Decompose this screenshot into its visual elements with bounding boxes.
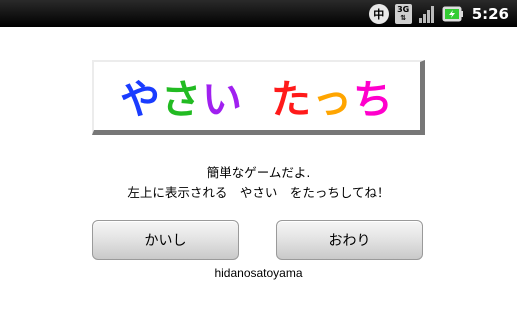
instruction-line-1: 簡単なゲームだよ.: [206, 165, 311, 180]
app-title: や さ い た っ ち: [120, 67, 394, 125]
credit-text: hidanosatoyama: [214, 266, 303, 280]
title-char: ち: [353, 77, 394, 123]
title-char: さ: [161, 77, 202, 123]
signal-icon: [418, 4, 436, 24]
title-char: た: [271, 77, 312, 123]
title-box: や さ い た っ ち: [92, 60, 425, 135]
network-3g-icon: 3G ⇅: [394, 3, 412, 24]
title-char: や: [120, 77, 161, 123]
instruction-text: 簡単なゲームだよ. 左上に表示される やさい をたっちしてね！: [0, 163, 517, 203]
clock: 5:26: [471, 4, 509, 23]
title-char: い: [202, 77, 243, 123]
battery-icon: [442, 6, 464, 22]
title-char: っ: [312, 77, 353, 123]
ime-icon: 中: [368, 3, 389, 24]
quit-button[interactable]: おわり: [276, 220, 423, 260]
status-bar: 中 3G ⇅ 5:26: [0, 0, 517, 27]
instruction-line-2: 左上に表示される やさい をたっちしてね！: [127, 185, 390, 200]
start-button[interactable]: かいし: [92, 220, 239, 260]
network-label: 3G: [397, 4, 410, 14]
